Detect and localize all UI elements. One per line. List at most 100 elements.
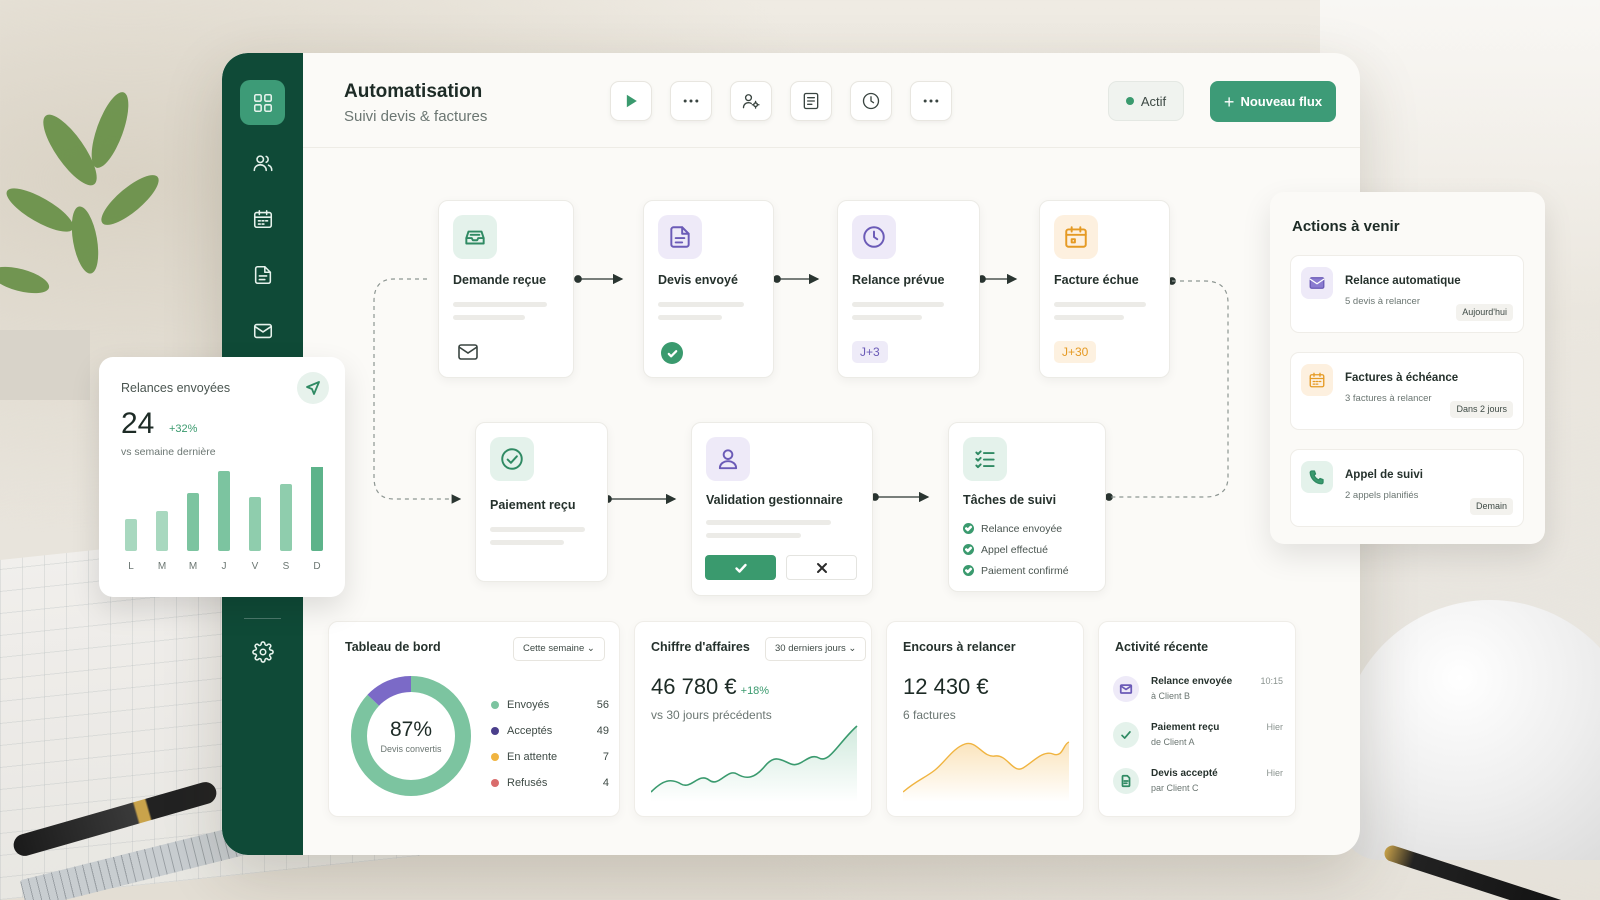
delay-badge: J+30	[1054, 341, 1097, 363]
period-select[interactable]: Cette semaine ⌄	[513, 637, 605, 661]
sidebar-item-calendar[interactable]	[240, 196, 285, 241]
schedule-button[interactable]	[850, 81, 892, 121]
upcoming-badge: Demain	[1469, 498, 1513, 515]
flow-node-facture[interactable]: Facture échue J+30	[1039, 200, 1170, 378]
check-icon	[963, 565, 974, 576]
flow-node-relance[interactable]: Relance prévue J+3	[837, 200, 980, 378]
checklist-icon	[963, 437, 1007, 481]
phone-icon	[1301, 461, 1333, 493]
calendar-icon	[1054, 215, 1098, 259]
placeholder-line	[658, 302, 744, 307]
chevron-down-icon: ⌄	[586, 643, 595, 654]
close-icon	[816, 562, 827, 573]
mail-icon	[1301, 267, 1333, 299]
day-label: S	[283, 561, 290, 572]
new-flow-button[interactable]: + Nouveau flux	[1210, 81, 1336, 122]
activity-item[interactable]: Relance envoyée à Client B 10:15	[1113, 676, 1283, 716]
legend-value: 49	[596, 725, 609, 737]
activity-title: Devis accepté	[1151, 768, 1218, 779]
legend-dot	[491, 779, 499, 787]
sidebar-item-mail[interactable]	[240, 308, 285, 353]
panel-title: Chiffre d'affaires	[651, 640, 750, 654]
upcoming-item[interactable]: Relance automatique 5 devis à relancer A…	[1290, 255, 1524, 333]
dashboard-panel: Tableau de bord Cette semaine ⌄ 87% Devi…	[328, 621, 620, 817]
period-value: Cette semaine	[523, 643, 585, 654]
activity-subtitle: de Client A	[1151, 737, 1195, 747]
placeholder-line	[1054, 315, 1124, 320]
sidebar-item-documents[interactable]	[240, 252, 285, 297]
user-settings-icon	[742, 94, 760, 109]
bar	[249, 497, 261, 551]
legend-value: 56	[596, 699, 609, 711]
node-title: Paiement reçu	[490, 498, 576, 512]
task-label: Appel effectué	[981, 543, 1048, 556]
activity-subtitle: à Client B	[1151, 691, 1191, 701]
placeholder-line	[706, 520, 831, 525]
revenue-comparison: vs 30 jours précédents	[651, 708, 772, 722]
placeholder-line	[852, 302, 944, 307]
app-window: Automatisation Suivi devis & factures Ac…	[222, 53, 1360, 855]
upcoming-item[interactable]: Factures à échéance 3 factures à relance…	[1290, 352, 1524, 430]
check-icon	[963, 523, 974, 534]
legend-dot	[491, 701, 499, 709]
legend-item: Refusés 4	[491, 770, 609, 796]
placeholder-line	[490, 527, 585, 532]
node-title: Relance prévue	[852, 273, 945, 287]
status-badge[interactable]: Actif	[1108, 81, 1184, 121]
activity-subtitle: par Client C	[1151, 783, 1199, 793]
placeholder-line	[453, 315, 525, 320]
new-flow-label: Nouveau flux	[1240, 94, 1323, 109]
activity-panel: Activité récente Relance envoyée à Clien…	[1098, 621, 1296, 817]
flow-node-taches[interactable]: Tâches de suivi Relance envoyée Appel ef…	[948, 422, 1106, 592]
donut-center: 87% Devis convertis	[349, 674, 473, 798]
activity-item[interactable]: Paiement reçu de Client A Hier	[1113, 722, 1283, 762]
delay-badge: J+3	[852, 341, 888, 363]
task-item[interactable]: Appel effectué	[963, 539, 1069, 560]
revenue-growth: +18%	[740, 685, 770, 697]
approve-button[interactable]	[705, 555, 776, 580]
flow-node-paiement[interactable]: Paiement reçu	[475, 422, 608, 582]
flow-node-demande[interactable]: Demande reçue	[438, 200, 574, 378]
legend-item: Envoyés 56	[491, 692, 609, 718]
page-subtitle: Suivi devis & factures	[344, 108, 488, 125]
legend-item: Acceptés 49	[491, 718, 609, 744]
check-icon	[661, 342, 683, 364]
bar	[125, 519, 137, 551]
revenue-sparkline	[651, 725, 858, 802]
bar	[156, 511, 168, 551]
upcoming-title: Appel de suivi	[1345, 469, 1423, 481]
upcoming-subtitle: 2 appels planifiés	[1345, 490, 1419, 501]
task-item[interactable]: Paiement confirmé	[963, 560, 1069, 581]
period-select[interactable]: 30 derniers jours ⌄	[765, 637, 867, 661]
outstanding-sparkline	[903, 741, 1070, 802]
assign-user-button[interactable]	[730, 81, 772, 121]
card-title: Relances envoyées	[121, 381, 231, 395]
send-icon[interactable]	[297, 372, 329, 404]
more-button[interactable]	[670, 81, 712, 121]
sidebar-item-users[interactable]	[240, 140, 285, 185]
more-options-button[interactable]	[910, 81, 952, 121]
notes-button[interactable]	[790, 81, 832, 121]
outstanding-count: 6 factures	[903, 708, 956, 722]
legend-value: 4	[602, 777, 609, 789]
sidebar-item-settings[interactable]	[240, 629, 285, 674]
task-item[interactable]: Relance envoyée	[963, 518, 1069, 539]
legend-label: En attente	[507, 751, 558, 763]
mail-icon	[1113, 676, 1139, 702]
node-title: Devis envoyé	[658, 273, 738, 287]
run-button[interactable]	[610, 81, 652, 121]
panel-title: Encours à relancer	[903, 640, 1016, 654]
activity-item[interactable]: Devis accepté par Client C Hier	[1113, 768, 1283, 808]
flow-node-validation[interactable]: Validation gestionnaire	[691, 422, 873, 596]
flow-node-devis[interactable]: Devis envoyé	[643, 200, 774, 378]
plus-icon: +	[1223, 91, 1235, 112]
upcoming-subtitle: 3 factures à relancer	[1345, 393, 1432, 404]
document-icon	[254, 265, 271, 284]
check-icon	[1113, 722, 1139, 748]
activity-title: Relance envoyée	[1151, 676, 1233, 687]
reject-button[interactable]	[786, 555, 857, 580]
sidebar-item-dashboard[interactable]	[240, 80, 285, 125]
play-icon	[626, 94, 637, 108]
upcoming-item[interactable]: Appel de suivi 2 appels planifiés Demain	[1290, 449, 1524, 527]
background-plant	[0, 92, 159, 400]
